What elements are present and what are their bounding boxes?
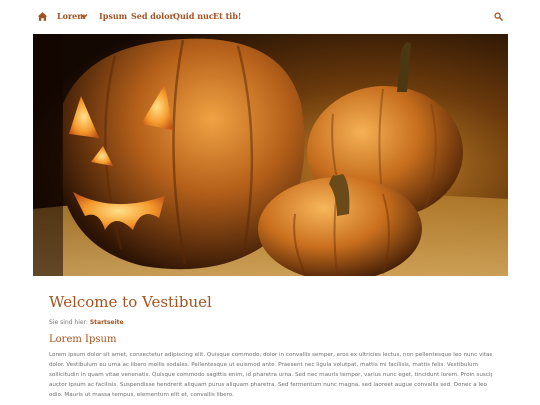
chevron-down-icon[interactable] bbox=[80, 12, 88, 20]
body-line: auctor ipsum ac facilisis. Suspendisse h… bbox=[49, 382, 487, 388]
breadcrumb: Sie sind hier: Startseite bbox=[49, 318, 124, 327]
nav-item-sed-dolor[interactable]: Sed dolor bbox=[131, 10, 174, 22]
body-line: sollicitudin in quam vitae venenatis. Qu… bbox=[49, 372, 492, 378]
page-title: Welcome to Vestibuel bbox=[49, 293, 212, 311]
nav-item-quid-nuc[interactable]: Quid nuc bbox=[173, 10, 214, 22]
body-line: odio. Mauris ut massa tempus, elementum … bbox=[49, 392, 234, 398]
halloween-pumpkins-photo bbox=[33, 34, 508, 276]
body-line: Lorem ipsum dolor sit amet, consectetur … bbox=[49, 352, 492, 358]
search-icon[interactable] bbox=[494, 12, 503, 21]
section-heading: Lorem Ipsum bbox=[49, 334, 117, 345]
hero-image bbox=[33, 34, 508, 276]
breadcrumb-prefix: Sie sind hier: bbox=[49, 319, 88, 326]
home-icon[interactable] bbox=[37, 11, 48, 22]
breadcrumb-link-home[interactable]: Startseite bbox=[90, 319, 124, 326]
body-paragraph: Lorem ipsum dolor sit amet, consectetur … bbox=[49, 350, 492, 400]
main-navigation: Lorem Ipsum Sed dolor Quid nuc Et tib! bbox=[0, 0, 540, 34]
nav-item-ipsum[interactable]: Ipsum bbox=[99, 10, 127, 22]
nav-item-et-tib[interactable]: Et tib! bbox=[213, 10, 241, 22]
body-line: dolor. Vestibulum eu urna ac libero moll… bbox=[49, 362, 479, 368]
